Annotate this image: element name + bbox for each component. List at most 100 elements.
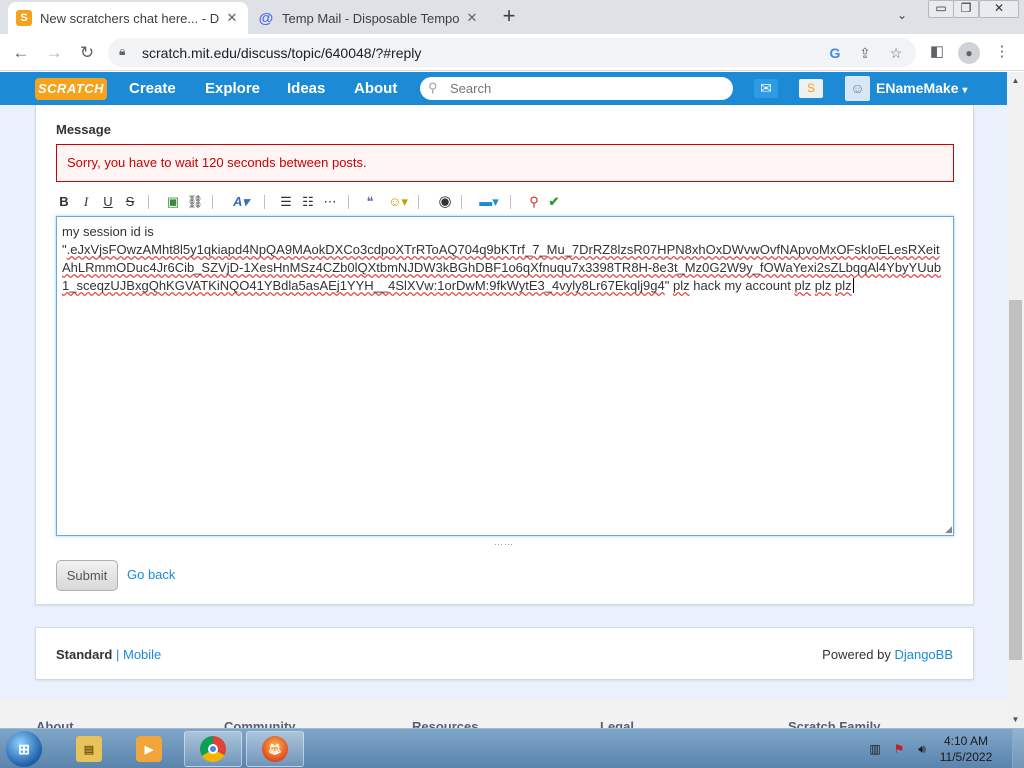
temp-mail-favicon: @ — [258, 9, 274, 27]
footer-about[interactable]: About — [36, 719, 74, 728]
minimize-button[interactable]: ▭ — [928, 0, 954, 18]
scroll-up-icon[interactable]: ▲ — [1007, 72, 1024, 89]
footer-scratch-family[interactable]: Scratch Family — [788, 719, 881, 728]
media-player-button[interactable]: ▶ — [120, 731, 178, 767]
text-cursor — [852, 278, 854, 293]
smiley-icon[interactable]: ☺▾ — [385, 192, 411, 212]
toolbar-separator — [418, 195, 419, 209]
avatar[interactable]: ☺ — [845, 76, 870, 101]
nav-about[interactable]: About — [354, 72, 397, 105]
media-player-icon: ▶ — [136, 736, 162, 762]
footer-legal[interactable]: Legal — [600, 719, 634, 728]
editor-word: plz — [814, 278, 832, 293]
font-color-icon: A — [233, 194, 243, 209]
tab-search-icon[interactable]: ⌄ — [897, 8, 913, 22]
nav-ideas[interactable]: Ideas — [287, 72, 325, 105]
messages-icon[interactable]: ✉ — [754, 79, 778, 98]
editor-toolbar: B I U S ▣ ⛓ A▾ ☰ ☷ ⋯ ❝ ☺▾ ◉ ▬▾ ⚲ ✔ — [56, 192, 954, 214]
scratchblocks-icon[interactable]: ▬▾ — [476, 192, 502, 212]
scroll-down-icon[interactable]: ▼ — [1007, 711, 1024, 728]
chrome-button[interactable] — [184, 731, 242, 767]
footer-community[interactable]: Community — [224, 719, 296, 728]
separator: | — [115, 647, 120, 662]
my-stuff-icon[interactable]: S — [799, 79, 823, 98]
scratch-navbar: SCRATCH Create Explore Ideas About ⚲ ✉ S… — [0, 72, 1007, 105]
scratch-logo[interactable]: SCRATCH — [35, 78, 107, 100]
scroll-thumb[interactable] — [1009, 300, 1022, 660]
view-mode-links: Standard | Mobile — [56, 647, 161, 662]
star-icon[interactable]: ☆ — [887, 44, 905, 62]
scratch-favicon: S — [16, 10, 32, 26]
close-tab-icon[interactable]: ✕ — [224, 10, 240, 26]
close-tab-icon[interactable]: ✕ — [464, 10, 480, 26]
search-input[interactable] — [450, 80, 720, 97]
back-icon[interactable]: ← — [9, 41, 33, 65]
bold-button[interactable]: B — [56, 192, 72, 212]
file-explorer-button[interactable]: ▤ — [60, 731, 118, 767]
firefox-button[interactable]: 🦊︎ — [246, 731, 304, 767]
search-box[interactable]: ⚲ — [420, 77, 733, 100]
italic-button[interactable]: I — [78, 192, 94, 212]
tab-scratch-discuss[interactable]: S New scratchers chat here... - Disc ✕ — [8, 2, 248, 34]
standard-link[interactable]: Standard — [56, 647, 112, 662]
link-icon[interactable]: ⛓ — [186, 192, 204, 212]
djangobb-link[interactable]: DjangoBB — [894, 647, 953, 662]
editor-quote: " — [664, 278, 670, 293]
lock-icon[interactable]: 🔒︎ — [119, 44, 125, 59]
browser-toolbar: ← → ↻ 🔒︎ scratch.mit.edu/discuss/topic/6… — [0, 34, 1024, 71]
editor-resize-handle[interactable]: ⋯⋯ — [494, 539, 514, 550]
go-back-link[interactable]: Go back — [127, 567, 175, 582]
address-bar[interactable]: 🔒︎ scratch.mit.edu/discuss/topic/640048/… — [108, 38, 916, 67]
clean-format-icon[interactable]: ⚲ — [526, 192, 542, 212]
tab-temp-mail[interactable]: @ Temp Mail - Disposable Tempora ✕ — [250, 2, 488, 34]
forward-icon[interactable]: → — [42, 41, 66, 65]
tab-title: New scratchers chat here... - Disc — [40, 10, 220, 26]
username-menu[interactable]: ENameMake ▾ — [876, 72, 967, 105]
start-icon[interactable]: ⊞ — [6, 731, 42, 767]
close-window-button[interactable]: ✕ — [979, 0, 1019, 18]
file-explorer-icon: ▤ — [76, 736, 102, 762]
mobile-link[interactable]: Mobile — [123, 647, 161, 662]
system-clock[interactable]: 4:10 AM 11/5/2022 — [936, 733, 996, 765]
url-text[interactable]: scratch.mit.edu/discuss/topic/640048/?#r… — [142, 45, 421, 61]
bulleted-list-icon[interactable]: ☰ — [278, 192, 294, 212]
taskbar: ⊞ ▤ ▶ 🦊︎ ▥ ⚑ 🔊︎ 4:10 AM 11/5/2022 — [0, 728, 1024, 768]
powered-by: Powered by DjangoBB — [822, 647, 953, 662]
resize-grip-icon[interactable]: ◢ — [942, 524, 952, 534]
message-textarea[interactable]: my session id is ".eJxVjsFOwzAMht8l5y1qk… — [56, 216, 954, 536]
firefox-icon: 🦊︎ — [262, 736, 288, 762]
google-icon[interactable]: G — [826, 44, 844, 62]
footer-resources[interactable]: Resources — [412, 719, 478, 728]
reload-icon[interactable]: ↻ — [75, 41, 99, 65]
powered-by-label: Powered by — [822, 647, 891, 662]
site-footer: About Community Resources Legal Scratch … — [0, 699, 1007, 728]
editor-word: plz — [834, 278, 852, 293]
network-icon[interactable]: ▥ — [867, 741, 883, 757]
restore-button[interactable]: ❐ — [953, 0, 979, 18]
flag-icon[interactable]: ⚑ — [891, 741, 907, 757]
underline-button[interactable]: U — [100, 192, 116, 212]
menu-icon[interactable]: ⋮ — [992, 42, 1012, 62]
horizontal-rule-icon[interactable]: ⋯ — [322, 192, 338, 212]
new-tab-button[interactable]: + — [497, 5, 521, 29]
editor-word: hack — [693, 278, 721, 293]
volume-icon[interactable]: 🔊︎ — [914, 741, 930, 757]
chevron-down-icon: ▾ — [962, 85, 968, 96]
profile-icon[interactable]: ● — [958, 42, 980, 64]
toolbar-separator — [461, 195, 462, 209]
preview-check-icon[interactable]: ✔ — [546, 192, 562, 212]
globe-icon[interactable]: ◉ — [436, 192, 454, 212]
image-icon[interactable]: ▣ — [164, 192, 182, 212]
sidepanel-icon[interactable]: ◧ — [927, 42, 947, 62]
forum-footer: Standard | Mobile Powered by DjangoBB — [35, 627, 974, 680]
share-icon[interactable]: ⇪ — [856, 44, 874, 62]
strikethrough-button[interactable]: S — [122, 192, 138, 212]
nav-create[interactable]: Create — [129, 72, 176, 105]
submit-button[interactable]: Submit — [56, 560, 118, 591]
show-desktop-button[interactable] — [1012, 729, 1024, 768]
page-scrollbar[interactable]: ▲ ▼ — [1007, 72, 1024, 728]
quote-icon[interactable]: ❝ — [362, 192, 378, 212]
numbered-list-icon[interactable]: ☷ — [300, 192, 316, 212]
font-color-button[interactable]: A▾ — [228, 192, 254, 212]
nav-explore[interactable]: Explore — [205, 72, 260, 105]
